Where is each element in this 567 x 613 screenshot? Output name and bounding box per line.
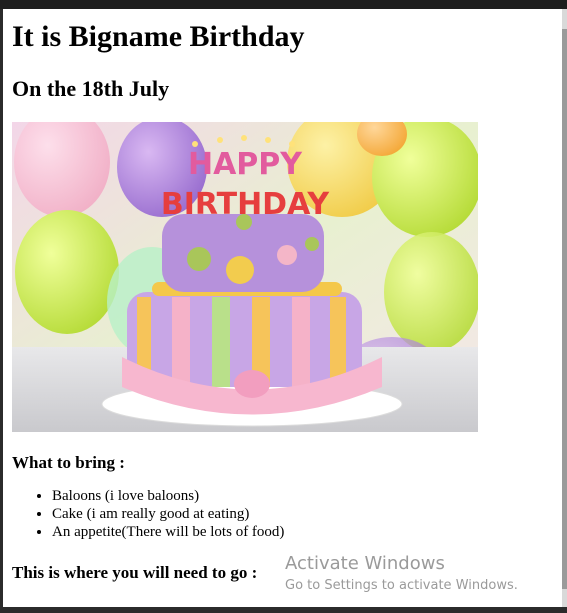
browser-viewport: It is Bigname Birthday On the 18th July bbox=[3, 9, 562, 607]
scrollbar-thumb[interactable] bbox=[562, 29, 567, 589]
vertical-scrollbar[interactable] bbox=[562, 9, 567, 607]
candle-text-birthday: BIRTHDAY bbox=[161, 187, 331, 222]
list-item: An appetite(There will be lots of food) bbox=[52, 523, 552, 541]
where-to-go-heading: This is where you will need to go : bbox=[12, 563, 258, 582]
what-to-bring-heading: What to bring : bbox=[12, 453, 125, 472]
birthday-cake-image: HAPPY BIRTHDAY bbox=[12, 122, 478, 432]
list-item: Baloons (i love baloons) bbox=[52, 487, 552, 505]
window-top-bar bbox=[0, 0, 567, 9]
bring-list: Baloons (i love baloons) Cake (i am real… bbox=[12, 487, 552, 541]
page-title: It is Bigname Birthday bbox=[12, 20, 305, 53]
list-item: Cake (i am really good at eating) bbox=[52, 505, 552, 523]
cake-illustration: HAPPY BIRTHDAY bbox=[12, 122, 478, 432]
page-content: It is Bigname Birthday On the 18th July bbox=[12, 9, 552, 583]
candle-text-happy: HAPPY bbox=[188, 147, 303, 182]
date-heading: On the 18th July bbox=[12, 76, 170, 101]
